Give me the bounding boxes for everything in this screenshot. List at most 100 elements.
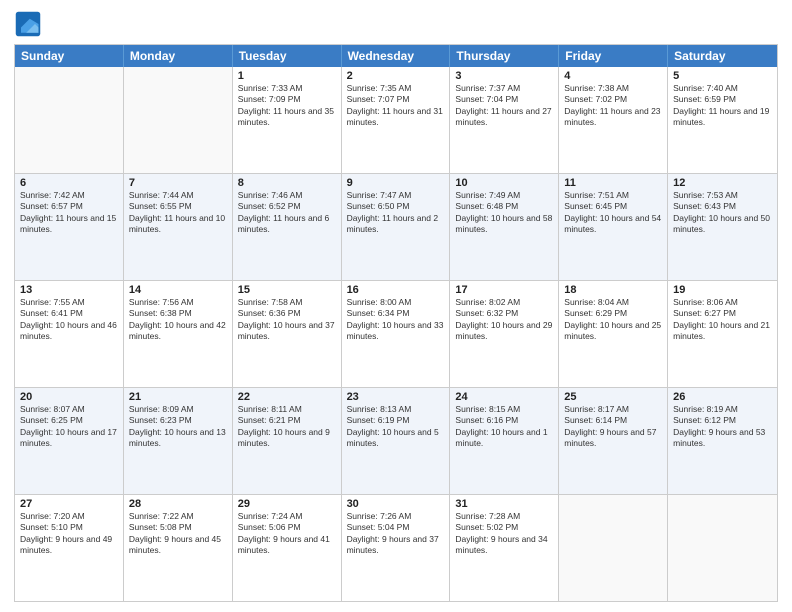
day-number: 18 (564, 284, 662, 296)
cell-info: Sunrise: 7:51 AM Sunset: 6:45 PM Dayligh… (564, 190, 662, 236)
cell-info: Sunrise: 8:15 AM Sunset: 6:16 PM Dayligh… (455, 404, 553, 450)
cell-info: Sunrise: 8:19 AM Sunset: 6:12 PM Dayligh… (673, 404, 772, 450)
cell-info: Sunrise: 8:04 AM Sunset: 6:29 PM Dayligh… (564, 297, 662, 343)
header (14, 10, 778, 38)
calendar-cell: 18Sunrise: 8:04 AM Sunset: 6:29 PM Dayli… (559, 281, 668, 387)
calendar-row-3: 20Sunrise: 8:07 AM Sunset: 6:25 PM Dayli… (15, 388, 777, 495)
calendar-cell (124, 67, 233, 173)
cell-info: Sunrise: 8:13 AM Sunset: 6:19 PM Dayligh… (347, 404, 445, 450)
cell-info: Sunrise: 8:02 AM Sunset: 6:32 PM Dayligh… (455, 297, 553, 343)
header-day-sunday: Sunday (15, 45, 124, 67)
cell-info: Sunrise: 7:20 AM Sunset: 5:10 PM Dayligh… (20, 511, 118, 557)
cell-info: Sunrise: 7:35 AM Sunset: 7:07 PM Dayligh… (347, 83, 445, 129)
day-number: 4 (564, 70, 662, 82)
day-number: 9 (347, 177, 445, 189)
cell-info: Sunrise: 7:28 AM Sunset: 5:02 PM Dayligh… (455, 511, 553, 557)
cell-info: Sunrise: 8:07 AM Sunset: 6:25 PM Dayligh… (20, 404, 118, 450)
day-number: 20 (20, 391, 118, 403)
calendar-cell: 17Sunrise: 8:02 AM Sunset: 6:32 PM Dayli… (450, 281, 559, 387)
calendar-cell: 14Sunrise: 7:56 AM Sunset: 6:38 PM Dayli… (124, 281, 233, 387)
header-day-monday: Monday (124, 45, 233, 67)
cell-info: Sunrise: 7:58 AM Sunset: 6:36 PM Dayligh… (238, 297, 336, 343)
day-number: 21 (129, 391, 227, 403)
day-number: 14 (129, 284, 227, 296)
cell-info: Sunrise: 7:49 AM Sunset: 6:48 PM Dayligh… (455, 190, 553, 236)
day-number: 3 (455, 70, 553, 82)
calendar-cell: 15Sunrise: 7:58 AM Sunset: 6:36 PM Dayli… (233, 281, 342, 387)
cell-info: Sunrise: 7:53 AM Sunset: 6:43 PM Dayligh… (673, 190, 772, 236)
cell-info: Sunrise: 7:26 AM Sunset: 5:04 PM Dayligh… (347, 511, 445, 557)
cell-info: Sunrise: 7:22 AM Sunset: 5:08 PM Dayligh… (129, 511, 227, 557)
calendar-cell: 24Sunrise: 8:15 AM Sunset: 6:16 PM Dayli… (450, 388, 559, 494)
day-number: 6 (20, 177, 118, 189)
header-day-saturday: Saturday (668, 45, 777, 67)
cell-info: Sunrise: 8:00 AM Sunset: 6:34 PM Dayligh… (347, 297, 445, 343)
calendar-cell: 2Sunrise: 7:35 AM Sunset: 7:07 PM Daylig… (342, 67, 451, 173)
cell-info: Sunrise: 7:42 AM Sunset: 6:57 PM Dayligh… (20, 190, 118, 236)
calendar-row-0: 1Sunrise: 7:33 AM Sunset: 7:09 PM Daylig… (15, 67, 777, 174)
logo-icon (14, 10, 42, 38)
cell-info: Sunrise: 8:09 AM Sunset: 6:23 PM Dayligh… (129, 404, 227, 450)
day-number: 26 (673, 391, 772, 403)
calendar-cell: 19Sunrise: 8:06 AM Sunset: 6:27 PM Dayli… (668, 281, 777, 387)
calendar-header: SundayMondayTuesdayWednesdayThursdayFrid… (15, 45, 777, 67)
header-day-tuesday: Tuesday (233, 45, 342, 67)
day-number: 30 (347, 498, 445, 510)
cell-info: Sunrise: 8:17 AM Sunset: 6:14 PM Dayligh… (564, 404, 662, 450)
day-number: 31 (455, 498, 553, 510)
day-number: 17 (455, 284, 553, 296)
day-number: 13 (20, 284, 118, 296)
cell-info: Sunrise: 7:44 AM Sunset: 6:55 PM Dayligh… (129, 190, 227, 236)
calendar-cell: 8Sunrise: 7:46 AM Sunset: 6:52 PM Daylig… (233, 174, 342, 280)
day-number: 24 (455, 391, 553, 403)
header-day-friday: Friday (559, 45, 668, 67)
cell-info: Sunrise: 7:33 AM Sunset: 7:09 PM Dayligh… (238, 83, 336, 129)
day-number: 8 (238, 177, 336, 189)
calendar-cell: 20Sunrise: 8:07 AM Sunset: 6:25 PM Dayli… (15, 388, 124, 494)
calendar-cell: 1Sunrise: 7:33 AM Sunset: 7:09 PM Daylig… (233, 67, 342, 173)
calendar-cell: 30Sunrise: 7:26 AM Sunset: 5:04 PM Dayli… (342, 495, 451, 601)
calendar-cell: 12Sunrise: 7:53 AM Sunset: 6:43 PM Dayli… (668, 174, 777, 280)
calendar-cell: 29Sunrise: 7:24 AM Sunset: 5:06 PM Dayli… (233, 495, 342, 601)
calendar-cell: 11Sunrise: 7:51 AM Sunset: 6:45 PM Dayli… (559, 174, 668, 280)
calendar-cell: 13Sunrise: 7:55 AM Sunset: 6:41 PM Dayli… (15, 281, 124, 387)
day-number: 12 (673, 177, 772, 189)
cell-info: Sunrise: 7:46 AM Sunset: 6:52 PM Dayligh… (238, 190, 336, 236)
header-day-thursday: Thursday (450, 45, 559, 67)
calendar-row-4: 27Sunrise: 7:20 AM Sunset: 5:10 PM Dayli… (15, 495, 777, 601)
day-number: 28 (129, 498, 227, 510)
day-number: 25 (564, 391, 662, 403)
day-number: 27 (20, 498, 118, 510)
cell-info: Sunrise: 7:56 AM Sunset: 6:38 PM Dayligh… (129, 297, 227, 343)
calendar-cell: 7Sunrise: 7:44 AM Sunset: 6:55 PM Daylig… (124, 174, 233, 280)
cell-info: Sunrise: 7:40 AM Sunset: 6:59 PM Dayligh… (673, 83, 772, 129)
day-number: 7 (129, 177, 227, 189)
cell-info: Sunrise: 7:37 AM Sunset: 7:04 PM Dayligh… (455, 83, 553, 129)
day-number: 15 (238, 284, 336, 296)
day-number: 5 (673, 70, 772, 82)
logo (14, 10, 46, 38)
cell-info: Sunrise: 7:38 AM Sunset: 7:02 PM Dayligh… (564, 83, 662, 129)
day-number: 22 (238, 391, 336, 403)
calendar-cell (15, 67, 124, 173)
day-number: 2 (347, 70, 445, 82)
calendar-cell: 26Sunrise: 8:19 AM Sunset: 6:12 PM Dayli… (668, 388, 777, 494)
calendar-cell: 21Sunrise: 8:09 AM Sunset: 6:23 PM Dayli… (124, 388, 233, 494)
calendar-row-1: 6Sunrise: 7:42 AM Sunset: 6:57 PM Daylig… (15, 174, 777, 281)
cell-info: Sunrise: 8:06 AM Sunset: 6:27 PM Dayligh… (673, 297, 772, 343)
calendar-cell: 31Sunrise: 7:28 AM Sunset: 5:02 PM Dayli… (450, 495, 559, 601)
calendar: SundayMondayTuesdayWednesdayThursdayFrid… (14, 44, 778, 602)
calendar-cell: 10Sunrise: 7:49 AM Sunset: 6:48 PM Dayli… (450, 174, 559, 280)
day-number: 11 (564, 177, 662, 189)
calendar-cell: 9Sunrise: 7:47 AM Sunset: 6:50 PM Daylig… (342, 174, 451, 280)
calendar-body: 1Sunrise: 7:33 AM Sunset: 7:09 PM Daylig… (15, 67, 777, 601)
calendar-cell: 22Sunrise: 8:11 AM Sunset: 6:21 PM Dayli… (233, 388, 342, 494)
cell-info: Sunrise: 8:11 AM Sunset: 6:21 PM Dayligh… (238, 404, 336, 450)
day-number: 23 (347, 391, 445, 403)
calendar-cell: 6Sunrise: 7:42 AM Sunset: 6:57 PM Daylig… (15, 174, 124, 280)
day-number: 10 (455, 177, 553, 189)
cell-info: Sunrise: 7:24 AM Sunset: 5:06 PM Dayligh… (238, 511, 336, 557)
day-number: 29 (238, 498, 336, 510)
day-number: 19 (673, 284, 772, 296)
calendar-cell: 3Sunrise: 7:37 AM Sunset: 7:04 PM Daylig… (450, 67, 559, 173)
